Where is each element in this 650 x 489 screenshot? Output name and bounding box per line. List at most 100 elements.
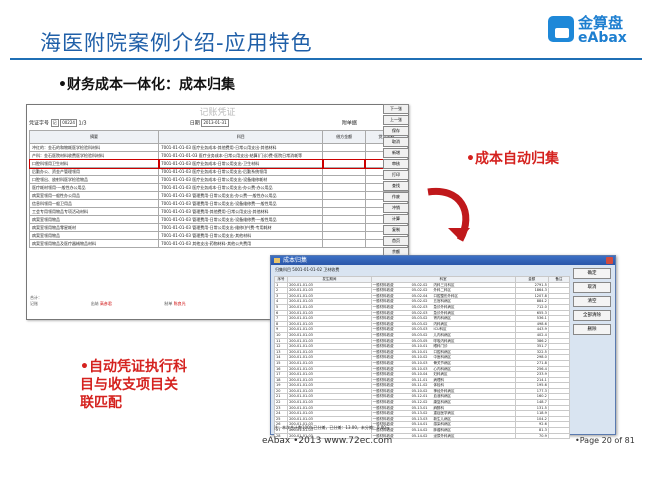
collect-item-text: 一般材料收费 [372, 310, 394, 315]
collect-button[interactable]: 全部清除 [573, 310, 611, 321]
voucher-row[interactable]: 工会专用领用物品专项活动材料 7001-01-01-03 管理费用-其他费用-日常… [28, 207, 409, 216]
voucher-row[interactable]: 病案室领用一般性办公用品 7001-01-01-03 管理费用-日常公用支出-办公… [28, 191, 409, 200]
voucher-summary-cell: 病案室领用物品零星耗材 [28, 223, 160, 232]
voucher-account-cell: 7001-01-01-03 其他支出-药物材料-其他公共费用 [158, 239, 324, 248]
collect-item-text: 一般材料收费 [372, 316, 394, 321]
collect-dept-name: 呼吸内科病区 [433, 338, 455, 343]
collect-dept-name: 妇科病区 [433, 372, 448, 377]
voucher-debit-cell [322, 191, 366, 200]
side-button[interactable]: 新增 [383, 148, 409, 158]
voucher-row[interactable]: 病案室领用物品 7001-01-01-03 管理费用-日常公用支出-设备维修费-一… [28, 215, 409, 224]
collect-dept-code: 05-13-03 [411, 416, 428, 421]
side-button[interactable]: 冲销 [383, 203, 409, 213]
voucher-match-line-2: 目与收支项目关 [80, 377, 178, 393]
collect-item-text: 一般材料收费 [372, 299, 394, 304]
side-button[interactable]: 打印 [383, 170, 409, 180]
voucher-row[interactable]: 口腔领出、放射科医学检验物品 7001-01-01-03 医疗业务成本-日常公用支… [28, 175, 409, 184]
collect-dept-code: 05-10-02 [411, 355, 428, 360]
voucher-account-cell: 7001-01-01-03 管理费用-日常公用支出-维修(护)费-专用耗材 [158, 223, 324, 232]
col-account: 科目 [158, 130, 324, 144]
collect-dept-code: 05-10-03 [411, 360, 428, 365]
voucher-summary-cell: 医疗耗材领用-一般性办公用品 [28, 183, 160, 192]
collect-item-text: 一般材料收费 [372, 405, 394, 410]
collect-dept-name: 五官科病区 [433, 299, 452, 304]
collect-item-text: 一般材料收费 [372, 338, 394, 343]
collect-item-text: 一般材料收费 [372, 288, 394, 293]
collect-dept-code: 05-02-02 [411, 288, 428, 293]
side-button[interactable]: 复制 [383, 225, 409, 235]
collect-button[interactable]: 取消 [573, 282, 611, 293]
date-label: 日期 [189, 120, 200, 127]
side-button[interactable]: 取消 [383, 137, 409, 147]
voucher-account-cell: 7001-01-01-03 医疗业务成本-日常公用支出-后勤系统领用 [158, 167, 324, 176]
collect-dept-name: 病理科 [433, 377, 445, 382]
footer-cashier: 出纳 [90, 301, 99, 306]
voucher-type-select[interactable]: 记 [50, 119, 59, 127]
collect-dept-name: 血液科病区 [433, 394, 452, 399]
collect-dept-code: 05-12-02 [411, 400, 428, 405]
date-input[interactable]: 2013-01-31 [201, 119, 229, 127]
side-button[interactable]: 审核 [383, 159, 409, 169]
voucher-toolbar: 凭证字号 记 00224 1/3 日期 2013-01-31 附单据 [29, 119, 357, 127]
voucher-row[interactable]: 病案室领用物品及医疗器械物品材料 7001-01-01-03 其他支出-药物材料-… [28, 239, 409, 248]
side-button[interactable]: 保存 [383, 126, 409, 136]
footer-copyright: eAbax •2013 www.72ec.com [262, 436, 393, 446]
voucher-row[interactable]: 信息科领用一般卫用品 7001-01-01-03 管理费用-日常公用支出-设备维修… [28, 199, 409, 208]
cost-collect-titlebar[interactable]: 成本归集 [271, 256, 615, 265]
side-button[interactable]: 作废 [383, 192, 409, 202]
collect-item-text: 一般材料收费 [372, 416, 394, 421]
collect-dept-name: 口腔科病区 [433, 349, 452, 354]
collect-button[interactable]: 清空 [573, 296, 611, 307]
collect-button[interactable]: 确定 [573, 268, 611, 279]
collect-dept-code: 05-14-02 [411, 433, 428, 438]
collect-dept-name: 内科三月科区 [433, 282, 455, 287]
voucher-debit-cell [322, 199, 366, 208]
voucher-summary-cell: 产科：金石医院材料收费医学检验科材料 [28, 151, 160, 160]
col-summary: 摘要 [28, 130, 160, 144]
voucher-row[interactable]: 医疗耗材领用-一般性办公用品 7001-01-01-03 医疗业务成本-日常公用支… [28, 183, 409, 192]
voucher-summary-cell: 病案室领用物品 [28, 231, 160, 240]
side-button[interactable]: 首页 [383, 236, 409, 246]
collect-dept-code: 05-11-01 [411, 377, 428, 382]
voucher-row[interactable]: 冲红的：金石的和物耗医学检验科材料 7001-01-01-03 医疗业务成本-其他… [28, 143, 409, 152]
voucher-debit-cell [322, 167, 366, 176]
collect-dept-name: 眼科门诊 [433, 344, 448, 349]
collect-note-cell[interactable] [547, 432, 571, 440]
voucher-table: 摘要 科目 借方金额 贷方金额 冲红的：金石的和物耗医学检验科材料7001-01… [28, 130, 409, 248]
voucher-row[interactable]: 口腔科领用卫生材料 7001-01-01-03 医疗业务成本-日常公用支出-卫生材… [28, 158, 409, 169]
collect-item-text: 一般材料收费 [372, 400, 394, 405]
collect-dept-cell: 一般材料收费 05-14-02 泌尿外科病区 [370, 432, 516, 440]
voucher-account-cell: 7001-01-01-03 管理费用-日常公用支出-办公费-一般性办公用品 [158, 191, 324, 200]
voucher-summary-cell: 后勤办公、资金产管理领用 [28, 167, 160, 176]
voucher-debit-cell [322, 215, 366, 224]
collect-dept-name: 心内科病区 [433, 366, 452, 371]
close-icon[interactable] [606, 257, 613, 264]
side-button[interactable]: 计算 [383, 214, 409, 224]
page-title: 海医附院案例介绍-应用特色 [40, 31, 313, 55]
voucher-row[interactable]: 病案室领用物品零星耗材 7001-01-01-03 管理费用-日常公用支出-维修(… [28, 223, 409, 232]
side-button[interactable]: 下一张 [383, 104, 409, 114]
collect-dept-code: 05-10-04 [411, 372, 428, 377]
collect-button[interactable]: 删除 [573, 324, 611, 335]
voucher-summary-cell: 信息科领用一般卫用品 [28, 199, 160, 208]
collect-item-text: 一般材料收费 [372, 293, 394, 298]
collect-dept-name: 感染科病区 [433, 422, 452, 427]
collect-dept-name: 体检科 [433, 383, 445, 388]
voucher-row[interactable]: 后勤办公、资金产管理领用 7001-01-01-03 医疗业务成本-日常公用支出-… [28, 167, 409, 176]
collect-dept-code: 05-03-03 [411, 327, 428, 332]
voucher-row[interactable]: 病案室领用物品 7001-01-01-03 管理费用-日常公用支出-其他材料 [28, 231, 409, 240]
collect-dept-name: 内科病区 [433, 321, 448, 326]
voucher-row[interactable]: 产科：金石医院材料收费医学检验科材料 7001-01-01-01-03 医疗业务成… [28, 151, 409, 160]
voucher-debit-cell [322, 175, 366, 184]
voucher-debit-cell [322, 143, 366, 152]
side-button[interactable]: 查找 [383, 181, 409, 191]
curved-arrow-icon [427, 187, 470, 242]
collect-dept-name: 急诊外科病区 [433, 310, 455, 315]
voucher-summary-cell: 口腔领出、放射科医学检验物品 [28, 175, 160, 184]
voucher-no-input[interactable]: 00224 [60, 119, 77, 127]
voucher-account-cell: 7001-01-01-03 管理费用-日常公用支出-设备维修费-一般性用品 [158, 215, 324, 224]
voucher-pages: 1/3 [78, 120, 87, 127]
side-button[interactable]: 上一张 [383, 115, 409, 125]
collect-dept-code: 05-13-02 [411, 411, 428, 416]
collect-item-text: 一般材料收费 [372, 304, 394, 309]
